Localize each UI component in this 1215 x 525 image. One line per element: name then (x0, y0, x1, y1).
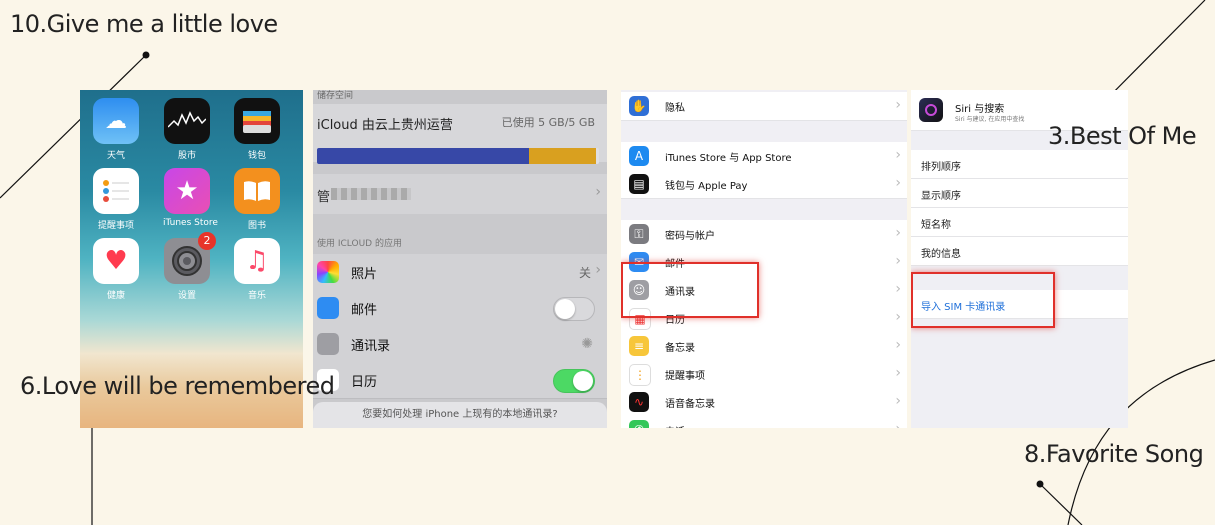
sort-order-row[interactable]: 排列顺序 (911, 150, 1128, 179)
photos-icon (317, 261, 339, 283)
reminders-icon (93, 168, 139, 214)
app-stocks[interactable]: 股市 (163, 98, 211, 161)
mail-icon (317, 297, 339, 319)
notification-badge: 2 (198, 232, 216, 250)
privacy-hand-icon: ✋ (629, 96, 649, 116)
settings-gear-icon: 2 (164, 232, 216, 284)
app-wallet[interactable]: 钱包 (233, 98, 281, 161)
wallet-icon (234, 98, 280, 144)
app-settings[interactable]: 2 设置 (163, 232, 216, 301)
row-contacts[interactable]: 通讯录 ✺ (313, 326, 607, 363)
stocks-icon (164, 98, 210, 144)
chevron-right-icon: › (895, 309, 901, 325)
app-books[interactable]: 图书 (233, 168, 281, 231)
chevron-right-icon: › (595, 262, 601, 278)
settings-row-privacy[interactable]: ✋ 隐私 › (621, 92, 907, 121)
chevron-right-icon: › (895, 147, 901, 163)
reminders-icon: ⋮ (629, 364, 651, 386)
row-photos[interactable]: 照片 关 › (313, 254, 607, 291)
blurred-text (331, 188, 411, 200)
action-sheet-prompt: 您要如何处理 iPhone 上现有的本地通讯录? (313, 402, 607, 428)
caption-give-me-a-little-love: 10.Give me a little love (10, 10, 278, 38)
settings-row-passwords[interactable]: ⚿ 密码与帐户 › (621, 220, 907, 249)
app-music[interactable]: ♫ 音乐 (233, 238, 281, 301)
chevron-right-icon: › (895, 175, 901, 191)
short-name-row[interactable]: 短名称 (911, 208, 1128, 237)
loading-spinner-icon: ✺ (581, 336, 593, 352)
siri-icon (919, 98, 943, 122)
music-note-icon: ♫ (234, 238, 280, 284)
app-health[interactable]: ♥ 健康 (92, 238, 140, 301)
settings-row-phone[interactable]: ✆ 电话 › (621, 416, 907, 428)
icloud-title: iCloud 由云上贵州运营 (317, 118, 453, 133)
row-calendar[interactable]: 日历 (313, 362, 607, 399)
chevron-right-icon: › (595, 184, 601, 200)
caption-love-will-be-remembered: 6.Love will be remembered (20, 372, 335, 400)
display-order-row[interactable]: 显示顺序 (911, 179, 1128, 208)
icloud-storage-row: iCloud 由云上贵州运营 已使用 5 GB/5 GB (313, 104, 607, 164)
contacts-icon (317, 333, 339, 355)
settings-row-notes[interactable]: ≡ 备忘录 › (621, 332, 907, 361)
caption-best-of-me: 3.Best Of Me (1048, 122, 1197, 150)
wallet-icon: ▤ (629, 174, 649, 194)
health-heart-icon: ♥ (93, 238, 139, 284)
highlight-box (621, 262, 759, 318)
settings-row-reminders[interactable]: ⋮ 提醒事项 › (621, 360, 907, 389)
apps-section-header: 使用 ICLOUD 的应用 (317, 239, 402, 249)
storage-bar (317, 148, 599, 164)
manage-storage-row[interactable]: 管 › (313, 174, 607, 214)
itunes-star-icon: ★ (164, 168, 210, 214)
highlight-box (911, 272, 1055, 328)
mail-toggle[interactable] (553, 297, 595, 321)
caption-favorite-song: 8.Favorite Song (1024, 440, 1204, 468)
chevron-right-icon: › (895, 225, 901, 241)
notes-icon: ≡ (629, 336, 649, 356)
chevron-right-icon: › (895, 365, 901, 381)
chevron-right-icon: › (895, 393, 901, 409)
calendar-toggle[interactable] (553, 369, 595, 393)
chevron-right-icon: › (895, 97, 901, 113)
chevron-right-icon: › (895, 281, 901, 297)
weather-icon: ☁ (93, 98, 139, 144)
settings-list-panel: ✋ 隐私 › A iTunes Store 与 App Store › ▤ 钱包… (621, 90, 907, 428)
icloud-usage: 已使用 5 GB/5 GB (501, 116, 595, 129)
my-info-row[interactable]: 我的信息 (911, 237, 1128, 266)
settings-row-voice-memos[interactable]: ∿ 语音备忘录 › (621, 388, 907, 417)
icloud-settings-panel: 储存空间 iCloud 由云上贵州运营 已使用 5 GB/5 GB 管 › 使用… (313, 90, 607, 428)
app-weather[interactable]: ☁ 天气 (92, 98, 140, 161)
phone-icon: ✆ (629, 420, 649, 428)
app-reminders[interactable]: 提醒事项 (92, 168, 140, 231)
key-icon: ⚿ (629, 224, 649, 244)
chevron-right-icon: › (895, 253, 901, 269)
voice-memos-icon: ∿ (629, 392, 649, 412)
settings-row-wallet[interactable]: ▤ 钱包与 Apple Pay › (621, 170, 907, 199)
app-itunes-store[interactable]: ★ iTunes Store (163, 168, 218, 228)
app-store-icon: A (629, 146, 649, 166)
settings-row-app-store[interactable]: A iTunes Store 与 App Store › (621, 142, 907, 171)
chevron-right-icon: › (895, 421, 901, 428)
row-mail[interactable]: 邮件 (313, 290, 607, 327)
storage-bar-other (528, 148, 597, 164)
photos-status: 关 (578, 266, 591, 280)
books-icon (234, 168, 280, 214)
storage-bar-used (317, 148, 529, 164)
chevron-right-icon: › (895, 337, 901, 353)
